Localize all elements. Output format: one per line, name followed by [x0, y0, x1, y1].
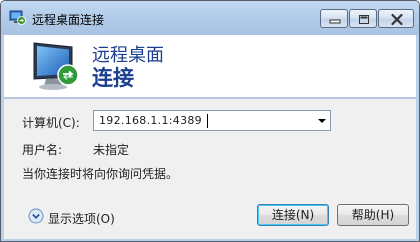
dialog-header: 远程桌面 连接 — [4, 35, 416, 97]
window-title: 远程桌面连接 — [32, 13, 105, 27]
close-button[interactable] — [378, 9, 414, 28]
username-label: 用户名: — [22, 143, 63, 157]
monitor-connect-icon — [28, 39, 84, 93]
close-icon — [391, 13, 403, 26]
remote-desktop-window: 远程桌面连接 远程桌面 连接 计算机(C): 192.168.1.1:4389 … — [0, 0, 420, 242]
remote-desktop-app-icon — [9, 10, 26, 25]
username-value: 未指定 — [93, 143, 130, 157]
connect-button[interactable]: 连接(N) — [257, 204, 329, 226]
show-options-chevron-icon[interactable] — [28, 208, 44, 224]
dialog-body: 计算机(C): 192.168.1.1:4389 用户名: 未指定 当你连接时将… — [4, 99, 416, 239]
minimize-icon — [329, 19, 341, 24]
computer-label: 计算机(C): — [22, 116, 80, 130]
text-caret — [207, 114, 208, 128]
show-options-label[interactable]: 显示选项(O) — [48, 210, 115, 227]
dropdown-arrow-icon[interactable] — [318, 119, 326, 123]
computer-input-value[interactable]: 192.168.1.1:4389 — [99, 114, 202, 127]
credentials-info-text: 当你连接时将向你询问凭据。 — [22, 167, 179, 181]
minimize-button[interactable] — [320, 9, 348, 28]
help-button[interactable]: 帮助(H) — [337, 204, 409, 226]
maximize-icon — [359, 15, 369, 24]
title-bar[interactable]: 远程桌面连接 — [1, 1, 419, 35]
maximize-button[interactable] — [349, 9, 377, 28]
computer-combobox[interactable]: 192.168.1.1:4389 — [93, 110, 331, 131]
header-title-line2: 连接 — [92, 66, 134, 90]
